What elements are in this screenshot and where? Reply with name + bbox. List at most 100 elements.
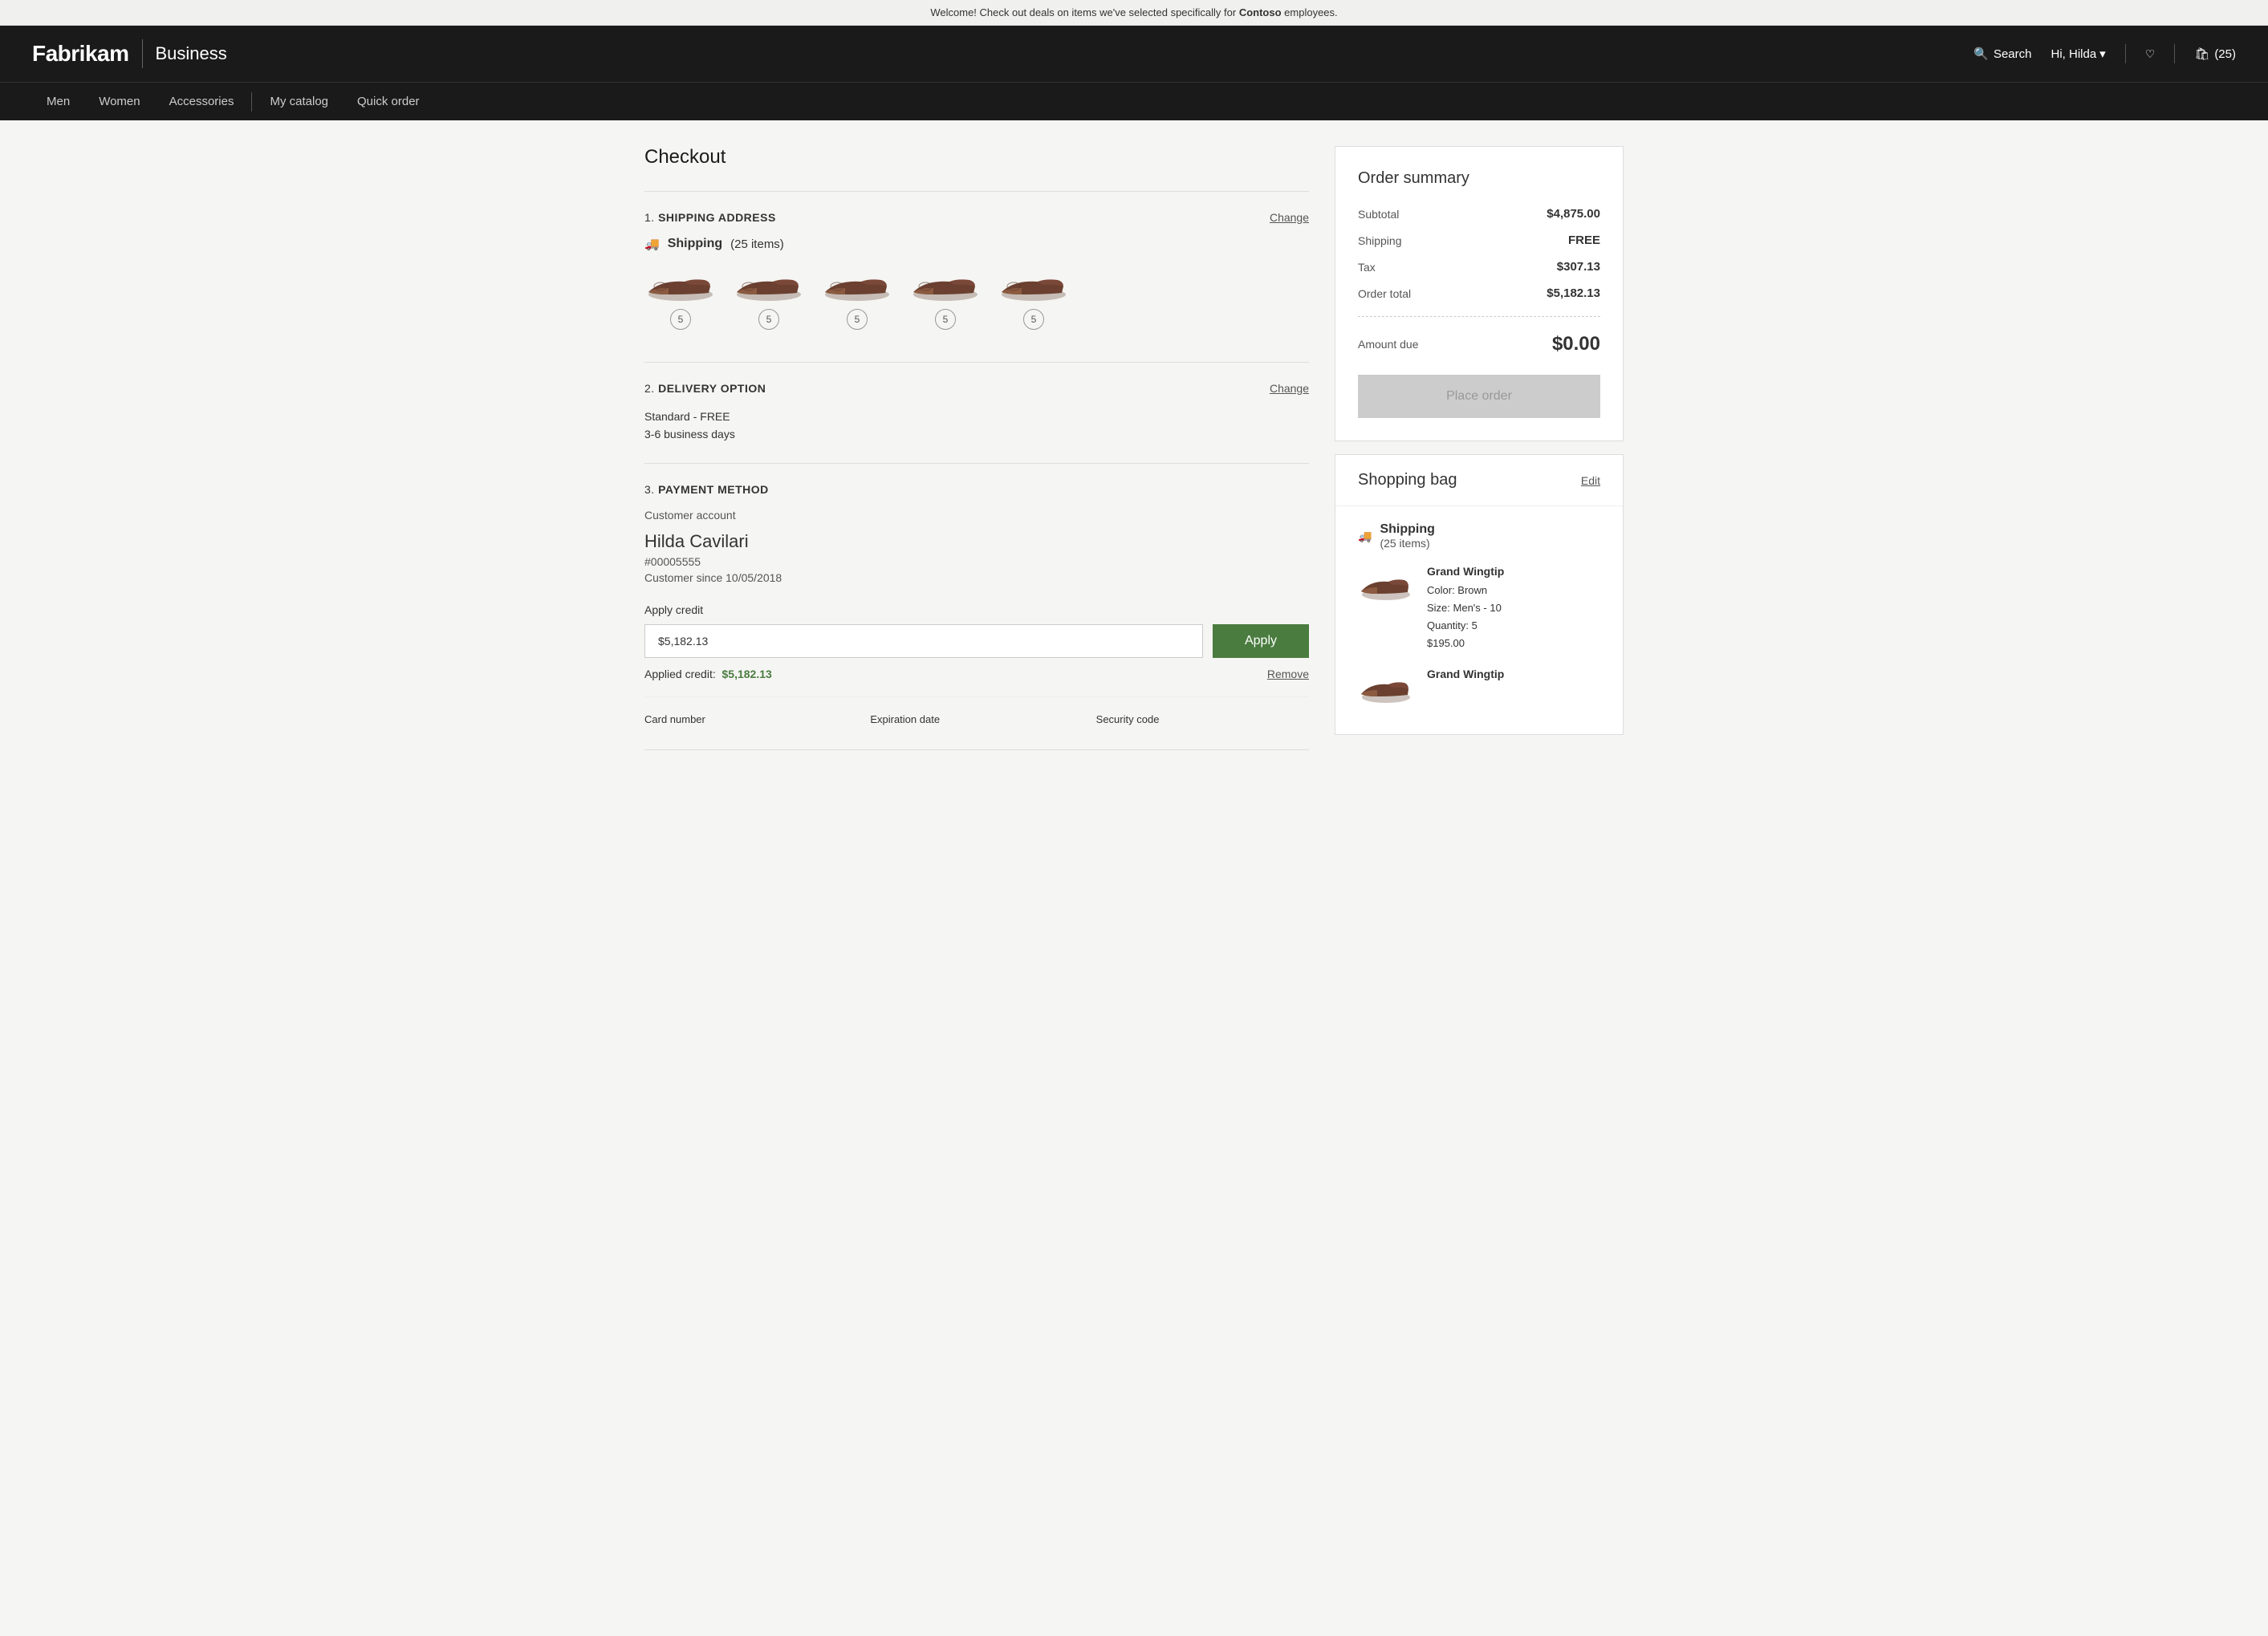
nav-item-accessories[interactable]: Accessories xyxy=(155,83,249,121)
customer-account-label: Customer account xyxy=(644,509,1309,522)
nav-separator xyxy=(251,92,252,112)
section-title-shipping: 1. SHIPPING ADDRESS xyxy=(644,211,776,224)
remove-credit-button[interactable]: Remove xyxy=(1267,668,1309,680)
amount-due-row: Amount due $0.00 xyxy=(1358,333,1600,355)
nav-item-quick-order[interactable]: Quick order xyxy=(343,83,434,121)
shopping-bag-box: Shopping bag Edit 🚚 Shipping (25 items) xyxy=(1335,454,1624,735)
checkout-left: Checkout 1. SHIPPING ADDRESS Change 🚚 Sh… xyxy=(644,146,1309,750)
shoe-qty-4: 5 xyxy=(935,309,956,330)
bag-item-price-1: $195.00 xyxy=(1427,635,1504,652)
header: Fabrikam Business 🔍 Search Hi, Hilda ▾ ♡… xyxy=(0,26,2268,82)
user-menu[interactable]: Hi, Hilda ▾ xyxy=(2051,47,2105,61)
bag-item-image-2 xyxy=(1358,665,1414,705)
shipping-row: Shipping FREE xyxy=(1358,233,1600,247)
section-title-delivery: 2. DELIVERY OPTION xyxy=(644,382,766,395)
nav-item-men[interactable]: Men xyxy=(32,83,84,121)
expiration-field: Expiration date xyxy=(870,713,1083,730)
cart-icon: 🛍 xyxy=(2194,47,2209,61)
heart-icon: ♡ xyxy=(2145,47,2156,60)
main-nav: Men Women Accessories My catalog Quick o… xyxy=(0,82,2268,120)
apply-button[interactable]: Apply xyxy=(1213,624,1309,658)
shipping-items-count: (25 items) xyxy=(730,237,784,251)
edit-bag-button[interactable]: Edit xyxy=(1581,474,1600,487)
subtotal-label: Subtotal xyxy=(1358,208,1399,221)
bag-shipping-title: Shipping xyxy=(1380,522,1434,537)
place-order-button[interactable]: Place order xyxy=(1358,375,1600,418)
shoe-qty-1: 5 xyxy=(670,309,691,330)
search-icon: 🔍 xyxy=(1973,47,1989,61)
amount-due-label: Amount due xyxy=(1358,338,1419,351)
subtotal-row: Subtotal $4,875.00 xyxy=(1358,207,1600,221)
customer-since: Customer since 10/05/2018 xyxy=(644,571,1309,584)
main-container: Checkout 1. SHIPPING ADDRESS Change 🚚 Sh… xyxy=(612,120,1656,776)
delivery-change-button[interactable]: Change xyxy=(1270,382,1309,395)
bag-section: 🚚 Shipping (25 items) Grand xyxy=(1335,506,1623,734)
wishlist-button[interactable]: ♡ xyxy=(2145,47,2156,61)
shoe-image-5 xyxy=(998,264,1070,304)
header-actions: 🔍 Search Hi, Hilda ▾ ♡ 🛍 (25) xyxy=(1973,44,2236,63)
page-title: Checkout xyxy=(644,146,1309,168)
order-total-row: Order total $5,182.13 xyxy=(1358,286,1600,300)
order-summary-box: Order summary Subtotal $4,875.00 Shippin… xyxy=(1335,146,1624,441)
header-divider xyxy=(2125,44,2126,63)
order-total-value: $5,182.13 xyxy=(1547,286,1600,300)
section-title-payment: 3. PAYMENT METHOD xyxy=(644,483,769,496)
shoe-item-1: 5 xyxy=(644,264,717,330)
delivery-info: Standard - FREE 3-6 business days xyxy=(644,408,1309,444)
shipping-title-text: Shipping xyxy=(668,237,722,251)
apply-credit-label: Apply credit xyxy=(644,603,1309,616)
shipping-change-button[interactable]: Change xyxy=(1270,211,1309,224)
shoe-item-5: 5 xyxy=(998,264,1070,330)
shoe-image-2 xyxy=(733,264,805,304)
logo-name[interactable]: Fabrikam xyxy=(32,41,129,67)
logo-group: Fabrikam Business xyxy=(32,39,227,68)
shoe-qty-3: 5 xyxy=(847,309,868,330)
tax-row: Tax $307.13 xyxy=(1358,260,1600,274)
bag-item-2: Grand Wingtip xyxy=(1358,665,1600,705)
logo-business[interactable]: Business xyxy=(156,43,227,64)
shoe-image-4 xyxy=(909,264,982,304)
section-header-delivery: 2. DELIVERY OPTION Change xyxy=(644,382,1309,395)
nav-item-my-catalog[interactable]: My catalog xyxy=(255,83,343,121)
shipping-address-section: 1. SHIPPING ADDRESS Change 🚚 Shipping (2… xyxy=(644,191,1309,362)
announcement-text-after: employees. xyxy=(1282,6,1338,18)
bag-item-color-1: Color: Brown xyxy=(1427,582,1504,599)
announcement-brand: Contoso xyxy=(1239,6,1282,18)
section-title-payment-text: PAYMENT METHOD xyxy=(658,483,769,496)
shoe-qty-2: 5 xyxy=(758,309,779,330)
search-button[interactable]: 🔍 Search xyxy=(1973,47,2031,61)
cart-button[interactable]: 🛍 (25) xyxy=(2194,47,2236,61)
shoe-item-4: 5 xyxy=(909,264,982,330)
cart-count: (25) xyxy=(2214,47,2236,61)
shopping-bag-header: Shopping bag Edit xyxy=(1335,455,1623,506)
announcement-text: Welcome! Check out deals on items we've … xyxy=(930,6,1238,18)
subtotal-value: $4,875.00 xyxy=(1547,207,1600,221)
expiration-label: Expiration date xyxy=(870,713,1083,725)
delivery-days-text: 3-6 business days xyxy=(644,425,1309,443)
bag-item-details-2: Grand Wingtip xyxy=(1427,665,1504,705)
bag-item-image-1 xyxy=(1358,562,1414,603)
shipping-label: Shipping xyxy=(1358,234,1402,247)
bag-item-name-2: Grand Wingtip xyxy=(1427,665,1504,684)
bag-shipping-header: 🚚 Shipping (25 items) xyxy=(1358,522,1600,550)
bag-item-size-1: Size: Men's - 10 xyxy=(1427,599,1504,617)
truck-icon: 🚚 xyxy=(644,237,660,251)
apply-credit-row: Apply xyxy=(644,624,1309,658)
tax-value: $307.13 xyxy=(1557,260,1600,274)
shoe-image-1 xyxy=(644,264,717,304)
card-number-field: Card number xyxy=(644,713,857,730)
card-fields-row: Card number Expiration date Security cod… xyxy=(644,696,1309,730)
chevron-down-icon: ▾ xyxy=(2099,47,2106,61)
customer-name: Hilda Cavilari xyxy=(644,531,1309,552)
checkout-right: Order summary Subtotal $4,875.00 Shippin… xyxy=(1335,146,1624,735)
user-label: Hi, Hilda xyxy=(2051,47,2096,61)
credit-input[interactable] xyxy=(644,624,1203,658)
shoe-qty-5: 5 xyxy=(1023,309,1044,330)
section-header-shipping: 1. SHIPPING ADDRESS Change xyxy=(644,211,1309,224)
order-total-label: Order total xyxy=(1358,287,1411,300)
shoe-image-3 xyxy=(821,264,893,304)
announcement-bar: Welcome! Check out deals on items we've … xyxy=(0,0,2268,26)
delivery-option-section: 2. DELIVERY OPTION Change Standard - FRE… xyxy=(644,362,1309,463)
nav-item-women[interactable]: Women xyxy=(84,83,154,121)
shoe-item-2: 5 xyxy=(733,264,805,330)
